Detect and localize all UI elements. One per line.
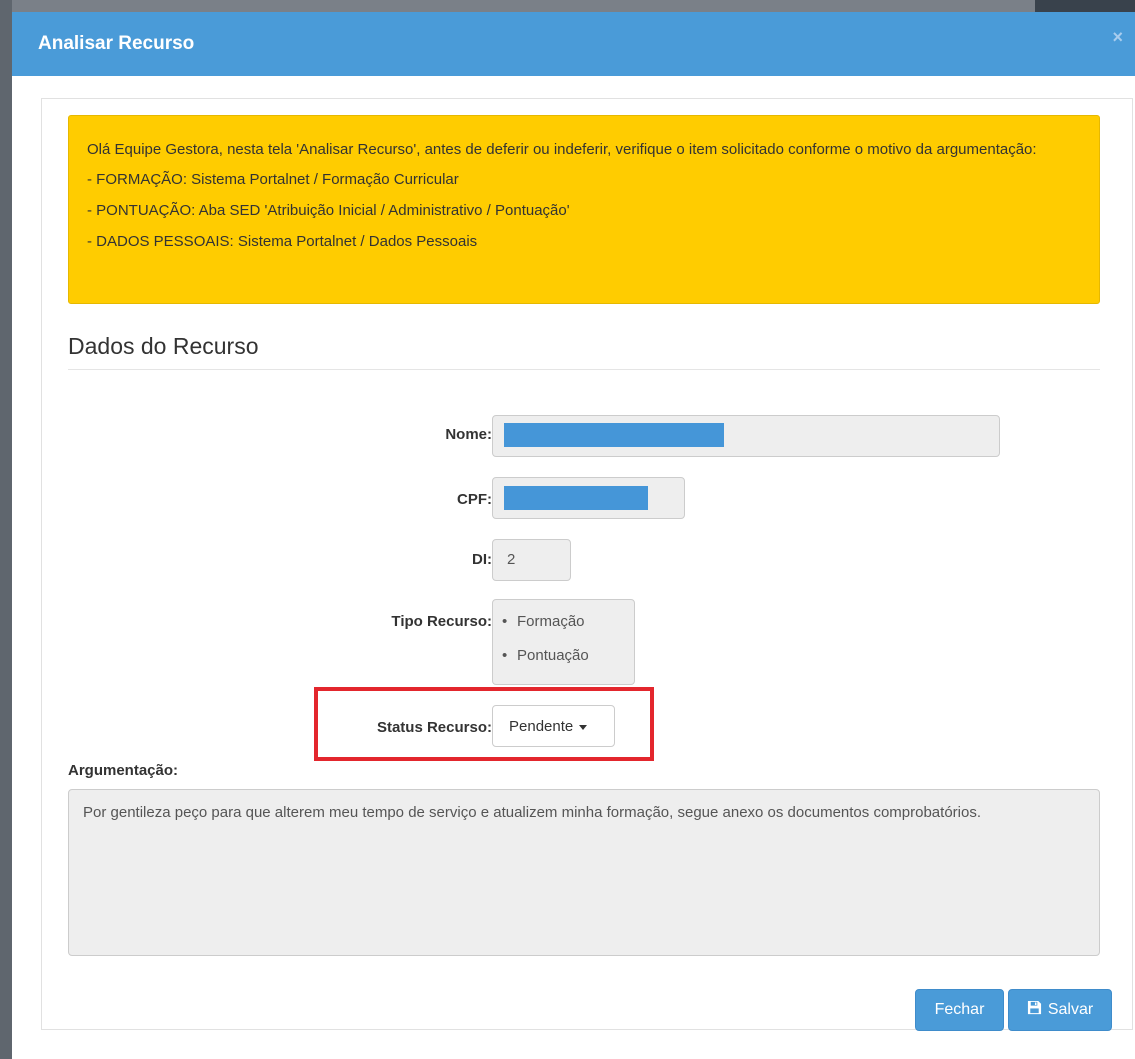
tipo-recurso-label: Tipo Recurso: — [391, 613, 492, 630]
tipo-recurso-list: Formação Pontuação — [493, 600, 634, 666]
alert-intro: Olá Equipe Gestora, nesta tela 'Analisar… — [87, 141, 1037, 158]
nome-redaction — [504, 423, 724, 447]
tipo-recurso-field: Formação Pontuação — [492, 599, 635, 685]
analisar-recurso-modal: Analisar Recurso × Olá Equipe Gestora, n… — [12, 12, 1135, 1059]
cpf-label: CPF: — [457, 491, 492, 508]
argumentacao-label: Argumentação: — [68, 762, 179, 779]
modal-header: Analisar Recurso × — [12, 12, 1135, 76]
modal-body: Olá Equipe Gestora, nesta tela 'Analisar… — [41, 98, 1133, 1031]
cpf-field — [492, 477, 685, 519]
nome-label: Nome: — [445, 426, 492, 443]
alert-item-dados-pessoais: - DADOS PESSOAIS: Sistema Portalnet / Da… — [87, 233, 478, 250]
di-field: 2 — [492, 539, 571, 581]
close-icon[interactable]: × — [1112, 28, 1123, 46]
salvar-button[interactable]: Salvar — [1008, 989, 1112, 1031]
fechar-button[interactable]: Fechar — [915, 989, 1004, 1031]
status-dropdown[interactable]: Pendente — [492, 705, 615, 747]
di-label: DI: — [472, 551, 492, 568]
caret-down-icon — [579, 724, 588, 730]
background-top-right — [1035, 0, 1135, 12]
argumentacao-textarea[interactable]: Por gentileza peço para que alterem meu … — [68, 789, 1100, 956]
status-recurso-label: Status Recurso: — [376, 719, 492, 736]
info-alert: Olá Equipe Gestora, nesta tela 'Analisar… — [68, 115, 1100, 304]
fechar-button-label: Fechar — [934, 1001, 985, 1018]
section-divider — [68, 369, 1100, 370]
section-title: Dados do Recurso — [68, 333, 259, 359]
alert-item-pontuacao: - PONTUAÇÃO: Aba SED 'Atribuição Inicial… — [87, 202, 570, 219]
modal-title: Analisar Recurso — [38, 33, 195, 54]
status-dropdown-value: Pendente — [509, 717, 574, 735]
nome-field — [492, 415, 1000, 457]
alert-item-formacao: - FORMAÇÃO: Sistema Portalnet / Formação… — [87, 171, 459, 188]
background-left-strip — [0, 0, 12, 1059]
cpf-redaction — [504, 486, 648, 510]
tipo-recurso-item: Formação — [502, 612, 634, 632]
salvar-button-label: Salvar — [1047, 1001, 1094, 1018]
floppy-disk-icon — [1027, 1000, 1042, 1020]
tipo-recurso-item: Pontuação — [502, 646, 634, 666]
